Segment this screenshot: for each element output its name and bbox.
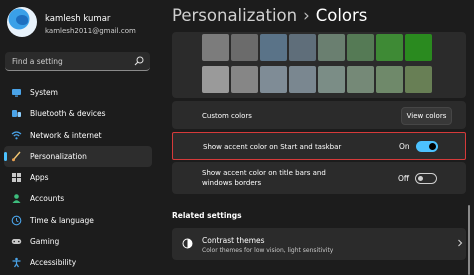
- sidebar-item-label: Accounts: [30, 194, 65, 204]
- color-swatch[interactable]: [347, 66, 374, 93]
- color-swatch[interactable]: [289, 66, 316, 93]
- accent-start-taskbar-row: Show accent color on Start and taskbar O…: [172, 132, 466, 160]
- bluetooth-icon: [12, 110, 21, 118]
- accent-title-toggle-state: Off: [398, 174, 410, 183]
- color-swatch[interactable]: [347, 34, 374, 61]
- accent-color-palette: [172, 32, 466, 98]
- color-swatch[interactable]: [318, 34, 345, 61]
- sidebar-item-time-language[interactable]: Time & language: [4, 210, 152, 231]
- custom-colors-row: Custom colors View colors: [172, 101, 466, 129]
- chevron-right-icon: [458, 239, 463, 247]
- accent-start-toggle[interactable]: [416, 141, 438, 152]
- color-swatch[interactable]: [405, 34, 432, 61]
- accent-title-bars-row: Show accent color on title bars and wind…: [172, 162, 466, 194]
- sidebar-item-accessibility[interactable]: Accessibility: [4, 252, 152, 273]
- color-swatch[interactable]: [260, 66, 287, 93]
- sidebar-item-label: Apps: [30, 173, 49, 183]
- sidebar-item-label: Accessibility: [30, 258, 77, 268]
- gamepad-icon: [11, 239, 22, 245]
- contrast-themes-row[interactable]: Contrast themes Color themes for low vis…: [172, 228, 466, 260]
- accent-title-toggle[interactable]: [415, 173, 437, 184]
- color-swatch[interactable]: [202, 66, 229, 93]
- color-swatch[interactable]: [202, 34, 229, 61]
- contrast-themes-description: Color themes for low vision, light sensi…: [202, 247, 334, 254]
- view-colors-button[interactable]: View colors: [401, 107, 452, 125]
- user-name: kamlesh kumar: [45, 14, 111, 24]
- accessibility-icon: [12, 258, 21, 268]
- color-swatch[interactable]: [318, 66, 345, 93]
- globe-icon: [11, 215, 22, 226]
- accent-start-taskbar-label: Show accent color on Start and taskbar: [203, 143, 342, 151]
- search-icon: [134, 56, 144, 66]
- sidebar-item-system[interactable]: System: [4, 82, 152, 103]
- sidebar-item-gaming[interactable]: Gaming: [4, 231, 152, 252]
- avatar: [7, 7, 37, 37]
- scrollbar[interactable]: [468, 205, 470, 275]
- sidebar-item-accounts[interactable]: Accounts: [4, 188, 152, 209]
- nav-list: System Bluetooth & devices Network & int…: [4, 82, 152, 274]
- sidebar-item-label: Gaming: [30, 237, 60, 247]
- accent-title-bars-label-line1: Show accent color on title bars and: [202, 169, 326, 177]
- color-swatch[interactable]: [231, 34, 258, 61]
- breadcrumb-separator: ›: [303, 6, 310, 25]
- user-email: kamlesh2011@gmail.com: [45, 27, 136, 35]
- sidebar-item-label: Personalization: [30, 151, 87, 161]
- search-placeholder: Find a setting: [12, 57, 63, 66]
- accent-title-bars-label-line2: windows borders: [202, 179, 262, 187]
- related-settings-heading: Related settings: [172, 211, 242, 220]
- color-swatch[interactable]: [289, 34, 316, 61]
- sidebar-item-label: System: [30, 88, 58, 97]
- toggle-knob: [418, 176, 423, 181]
- color-swatch[interactable]: [231, 66, 258, 93]
- page-title: Colors: [315, 6, 368, 25]
- sidebar-item-bluetooth[interactable]: Bluetooth & devices: [4, 103, 152, 124]
- toggle-knob: [429, 143, 436, 150]
- sidebar-item-apps[interactable]: Apps: [4, 167, 152, 188]
- person-icon: [12, 194, 21, 204]
- sidebar-item-label: Time & language: [30, 215, 94, 225]
- color-swatch[interactable]: [405, 66, 432, 93]
- color-swatch[interactable]: [260, 34, 287, 61]
- main-content: Personalization › Colors Custom colors Vie…: [158, 0, 474, 275]
- custom-colors-label: Custom colors: [202, 112, 252, 120]
- sidebar-item-personalization[interactable]: Personalization: [4, 145, 152, 168]
- apps-icon: [12, 173, 21, 183]
- wifi-icon: [11, 130, 22, 139]
- sidebar: kamlesh kumar kamlesh2011@gmail.com Find…: [0, 0, 158, 275]
- sidebar-item-label: Network & internet: [30, 130, 102, 140]
- contrast-icon: [182, 238, 193, 249]
- contrast-themes-title: Contrast themes: [202, 236, 265, 245]
- sidebar-item-label: Bluetooth & devices: [30, 109, 106, 119]
- accent-start-toggle-state: On: [399, 142, 410, 151]
- color-swatch[interactable]: [376, 34, 403, 61]
- brush-icon: [12, 151, 21, 162]
- search-input[interactable]: Find a setting: [5, 52, 150, 71]
- breadcrumb: Personalization › Colors: [172, 6, 367, 25]
- user-profile[interactable]: kamlesh kumar kamlesh2011@gmail.com: [5, 5, 155, 41]
- color-swatch[interactable]: [376, 66, 403, 93]
- sidebar-item-network[interactable]: Network & internet: [4, 125, 152, 146]
- monitor-icon: [12, 89, 21, 97]
- breadcrumb-parent[interactable]: Personalization: [172, 6, 297, 25]
